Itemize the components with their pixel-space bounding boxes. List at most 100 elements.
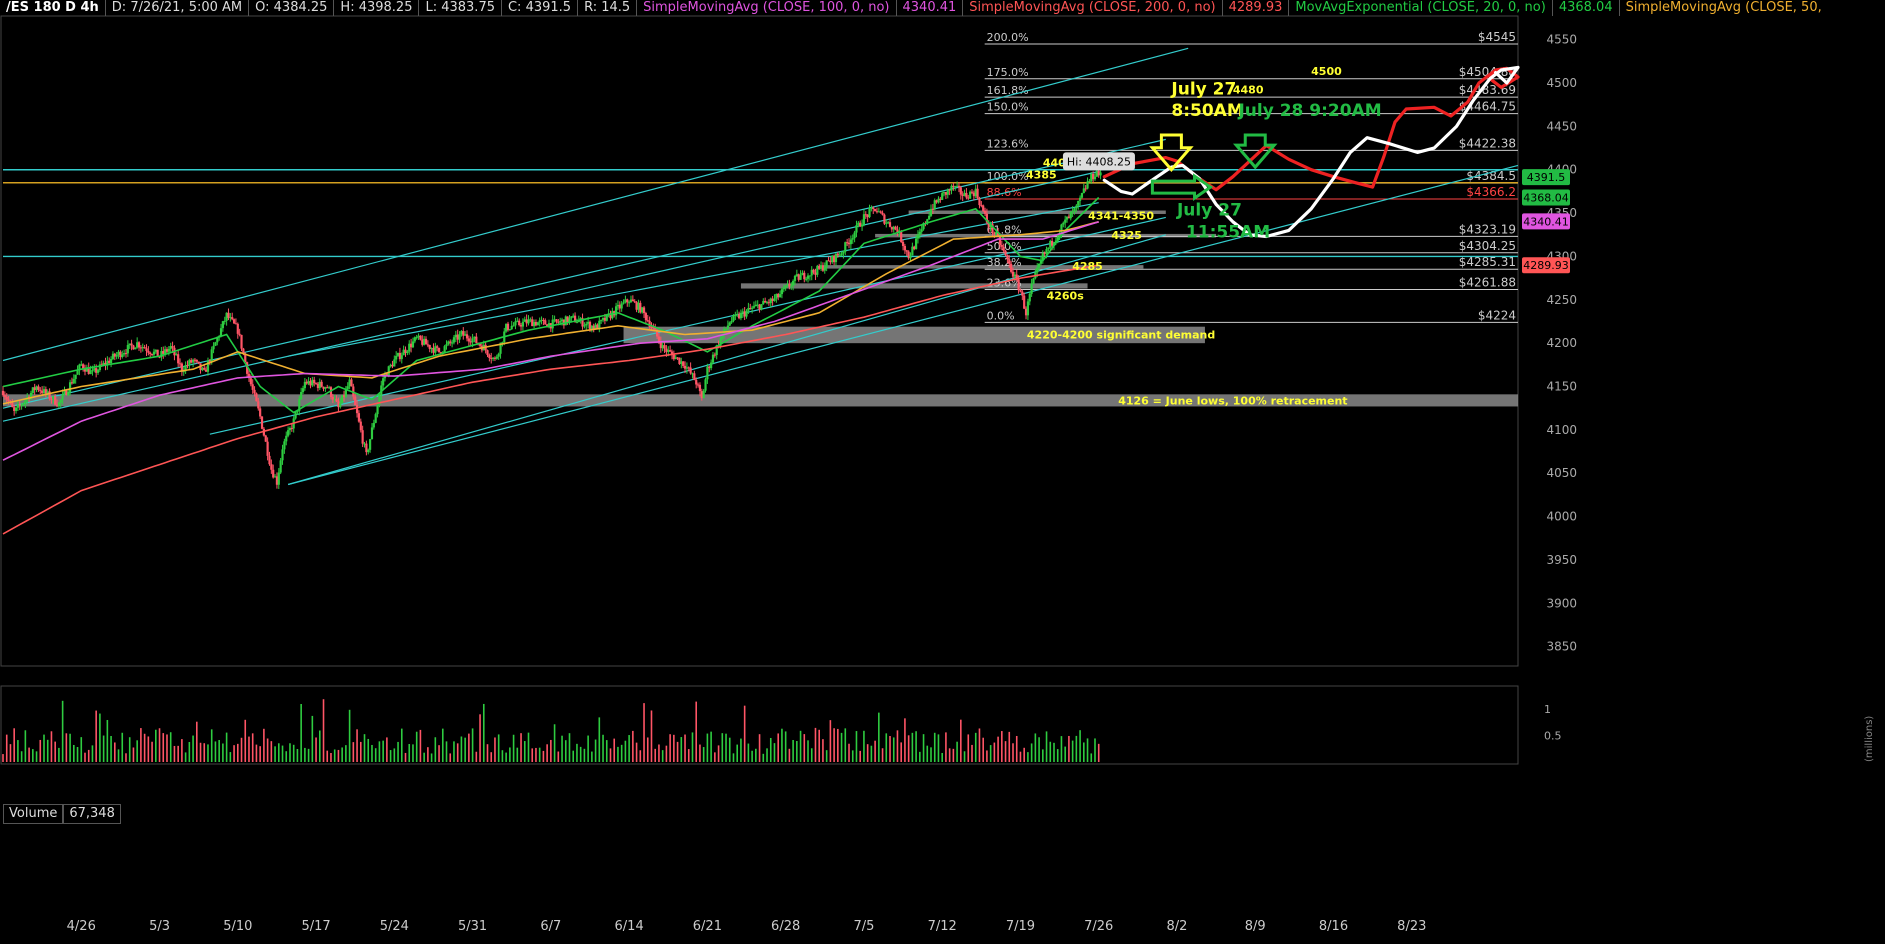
candle-body: [415, 337, 418, 339]
level-label: 4385: [1026, 168, 1057, 181]
candle-body: [903, 246, 907, 251]
candle-body: [879, 211, 882, 213]
candle-body: [257, 401, 260, 409]
candle-body: [443, 346, 446, 353]
candle-body: [210, 349, 213, 362]
candle-body: [983, 210, 987, 214]
candle-body: [115, 354, 118, 357]
y-tick-label: 4250: [1546, 293, 1577, 307]
candle-body: [167, 348, 170, 352]
price-tag-label: 4391.5: [1527, 171, 1566, 184]
x-tick-label: 6/7: [540, 919, 561, 934]
candle-body: [39, 389, 42, 391]
candle-body: [862, 214, 866, 225]
candle-body: [1073, 208, 1076, 212]
candle-body: [96, 370, 100, 373]
y-tick-label: 4450: [1546, 119, 1577, 133]
candle-body: [805, 278, 808, 280]
header-item: R: 14.5: [578, 0, 638, 16]
x-tick-label: 7/5: [853, 919, 874, 934]
candle-body: [855, 225, 858, 233]
symbol-label[interactable]: /ES 180 D 4h: [0, 0, 106, 16]
fib-price-label: $4285.31: [1459, 255, 1516, 269]
candle-body: [240, 334, 243, 349]
candle-body: [11, 402, 14, 408]
candle-body: [177, 354, 180, 364]
candle-body: [1088, 181, 1091, 183]
chart-container[interactable]: 3850 3900 3950 4000 4050 4100 4150 4200 4250 4300…: [0, 0, 1885, 940]
candle-body: [657, 336, 661, 342]
candle-body: [860, 224, 864, 227]
candle-body: [424, 338, 428, 345]
candle-body: [669, 350, 672, 352]
volume-last: 67,348: [63, 804, 121, 824]
candle-body: [883, 214, 886, 224]
fib-price-label: $4323.19: [1459, 222, 1516, 236]
candle-body: [458, 334, 461, 340]
candle-body: [1, 390, 5, 396]
fib-price-label: $4545: [1478, 30, 1516, 44]
candle-body: [445, 344, 448, 347]
candle-body: [486, 350, 489, 356]
candle-body: [969, 191, 972, 199]
candle-body: [840, 253, 843, 256]
candle-body: [406, 351, 409, 354]
header-item: SimpleMovingAvg (CLOSE, 200, 0, no): [963, 0, 1223, 16]
zone-label: 4285: [1072, 260, 1103, 273]
candle-body: [739, 312, 743, 319]
candle-body: [1080, 193, 1084, 198]
candle-body: [232, 319, 236, 324]
candle-body: [1077, 200, 1080, 206]
candle-body: [260, 416, 264, 429]
price-chart[interactable]: 3850390039504000405041004150420042504300…: [0, 0, 1885, 940]
fib-pct-label: 200.0%: [987, 31, 1029, 44]
level-label: 4480: [1233, 83, 1264, 96]
candle-body: [844, 242, 847, 252]
candle-body: [68, 382, 72, 392]
candle-body: [374, 414, 377, 423]
candle-body: [941, 193, 944, 200]
candle-body: [301, 388, 305, 393]
fib-price-label: $4384.5: [1466, 169, 1516, 183]
y-tick-label: 4150: [1546, 380, 1577, 394]
candle-body: [914, 238, 918, 250]
moving-average-line: [2, 221, 1099, 405]
candle-body: [387, 366, 390, 376]
candle-body: [842, 251, 845, 254]
x-tick-label: 8/23: [1397, 919, 1426, 934]
x-tick-label: 6/28: [771, 919, 800, 934]
projected-path: [1102, 65, 1520, 239]
candle-body: [130, 343, 133, 346]
x-tick-label: 5/24: [380, 919, 409, 934]
candle-body: [400, 355, 403, 360]
candle-body: [916, 235, 920, 239]
candle-body: [909, 255, 912, 259]
candle-body: [1086, 181, 1089, 189]
candle-body: [1075, 205, 1078, 209]
candle-body: [957, 185, 961, 188]
candle-body: [437, 347, 441, 353]
candle-body: [61, 394, 64, 400]
candle-body: [698, 384, 702, 392]
candle-body: [874, 208, 877, 212]
candle-body: [693, 373, 696, 381]
candle-body: [575, 322, 579, 324]
candle-body: [1099, 172, 1102, 176]
candle-body: [901, 242, 905, 247]
candle-body: [495, 356, 498, 359]
candle-body: [1071, 211, 1074, 213]
volume-tick-label: 1: [1544, 703, 1551, 716]
candle-body: [1032, 278, 1035, 284]
candle-body: [214, 342, 217, 346]
header-item: MovAvgExponential (CLOSE, 20, 0, no): [1289, 0, 1553, 16]
candle-body: [1078, 197, 1082, 201]
candle-body: [14, 407, 18, 411]
volume-unit-label: (millions): [1864, 716, 1875, 762]
annotation-arrow-right: [1150, 173, 1214, 201]
zone-label: 4325: [1111, 229, 1142, 242]
candle-body: [471, 338, 474, 343]
candle-body: [1084, 188, 1087, 190]
candle-body: [411, 341, 415, 348]
candle-body: [784, 285, 787, 289]
candle-body: [868, 208, 871, 218]
